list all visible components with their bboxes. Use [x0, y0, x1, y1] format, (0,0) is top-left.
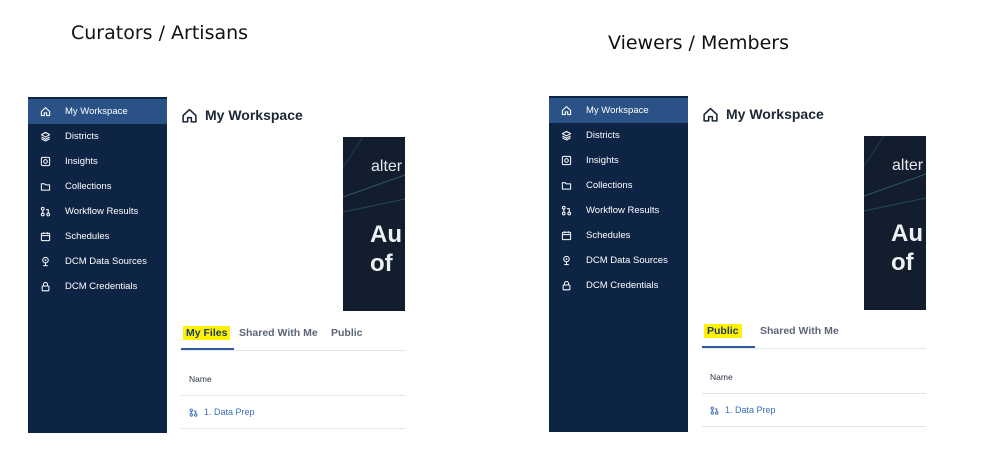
workspace-main: My Workspace alter Au of My Files Shared…	[167, 97, 405, 433]
sidebar-item-my-workspace[interactable]: My Workspace	[28, 99, 167, 124]
sidebar-item-label: Collections	[586, 180, 633, 191]
table-header-divider	[181, 395, 405, 396]
sidebar-item-dcm-credentials[interactable]: DCM Credentials	[549, 273, 688, 298]
layers-icon	[40, 131, 51, 142]
lock-icon	[40, 281, 51, 292]
sidebar: My Workspace Districts Insights Collecti…	[549, 96, 688, 432]
data-source-icon	[561, 255, 572, 266]
workflow-icon	[710, 406, 719, 415]
sidebar-item-dcm-data-sources[interactable]: DCM Data Sources	[549, 248, 688, 273]
column-header-name[interactable]: Name	[710, 372, 733, 382]
folder-icon	[40, 181, 51, 192]
banner-headline-line1: Au	[370, 221, 402, 248]
tab-label: Shared With Me	[760, 325, 839, 337]
tabs-divider	[702, 348, 926, 349]
sidebar-item-label: Schedules	[586, 230, 631, 241]
page-title: My Workspace	[181, 105, 303, 125]
sidebar-item-schedules[interactable]: Schedules	[549, 223, 688, 248]
tab-label: Public	[331, 327, 363, 339]
sidebar-item-label: Workflow Results	[65, 206, 139, 217]
column-header-name[interactable]: Name	[189, 374, 212, 384]
tab-label: Shared With Me	[239, 327, 318, 339]
viewers-members-heading: Viewers / Members	[608, 32, 790, 54]
banner-headline-line2: of	[891, 249, 914, 276]
file-link[interactable]: 1. Data Prep	[204, 407, 255, 417]
insights-icon	[561, 155, 572, 166]
tab-my-files[interactable]: My Files	[183, 320, 231, 346]
calendar-icon	[40, 231, 51, 242]
promo-banner[interactable]: alter Au of	[343, 137, 405, 311]
sidebar-item-label: Insights	[65, 156, 98, 167]
file-tabs: My Files Shared With Me Public	[181, 320, 405, 351]
banner-brand-text: alter	[892, 157, 924, 174]
sidebar-item-label: DCM Credentials	[65, 281, 138, 292]
sidebar-item-dcm-data-sources[interactable]: DCM Data Sources	[28, 249, 167, 274]
promo-banner[interactable]: alter Au of	[864, 136, 926, 310]
sidebar-item-districts[interactable]: Districts	[549, 123, 688, 148]
sidebar-item-label: My Workspace	[586, 105, 649, 116]
sidebar-item-label: My Workspace	[65, 106, 128, 117]
sidebar-item-insights[interactable]: Insights	[28, 149, 167, 174]
sidebar-item-label: DCM Data Sources	[586, 255, 668, 266]
banner-headline-line2: of	[370, 250, 393, 277]
tab-public[interactable]: Public	[704, 318, 742, 344]
sidebar-item-label: Districts	[65, 131, 99, 142]
file-tabs: Public Shared With Me	[702, 318, 926, 349]
row-divider	[702, 426, 926, 427]
banner-headline-line1: Au	[891, 220, 923, 247]
table-row[interactable]: 1. Data Prep	[189, 405, 255, 419]
sidebar-item-label: Insights	[586, 155, 619, 166]
viewer-workspace-screenshot: My Workspace Districts Insights Collecti…	[549, 96, 926, 432]
row-divider	[181, 428, 405, 429]
tab-shared-with-me[interactable]: Shared With Me	[239, 320, 318, 346]
workspace-main: My Workspace alter Au of Public Shared W…	[688, 96, 926, 432]
page-title-text: My Workspace	[205, 107, 303, 123]
sidebar-item-schedules[interactable]: Schedules	[28, 224, 167, 249]
sidebar-item-workflow-results[interactable]: Workflow Results	[28, 199, 167, 224]
sidebar-item-my-workspace[interactable]: My Workspace	[549, 98, 688, 123]
sidebar-item-label: DCM Credentials	[586, 280, 659, 291]
workflow-icon	[189, 408, 198, 417]
calendar-icon	[561, 230, 572, 241]
sidebar-item-districts[interactable]: Districts	[28, 124, 167, 149]
sidebar-item-dcm-credentials[interactable]: DCM Credentials	[28, 274, 167, 299]
data-source-icon	[40, 256, 51, 267]
file-link[interactable]: 1. Data Prep	[725, 405, 776, 415]
sidebar-item-label: Schedules	[65, 231, 110, 242]
curator-workspace-screenshot: My Workspace Districts Insights Collecti…	[28, 97, 405, 433]
home-icon	[561, 105, 572, 116]
sidebar-item-label: Workflow Results	[586, 205, 660, 216]
tab-public[interactable]: Public	[331, 320, 363, 346]
curators-artisans-heading: Curators / Artisans	[71, 22, 249, 44]
lock-icon	[561, 280, 572, 291]
page-title-text: My Workspace	[726, 106, 824, 122]
sidebar-item-workflow-results[interactable]: Workflow Results	[549, 198, 688, 223]
banner-brand-text: alter	[371, 158, 403, 175]
tab-label: Public	[704, 324, 742, 338]
home-icon	[40, 106, 51, 117]
workflow-icon	[561, 205, 572, 216]
page-title: My Workspace	[702, 104, 824, 124]
tabs-divider	[181, 350, 405, 351]
home-icon	[702, 106, 719, 123]
sidebar: My Workspace Districts Insights Collecti…	[28, 97, 167, 433]
sidebar-item-collections[interactable]: Collections	[28, 174, 167, 199]
table-row[interactable]: 1. Data Prep	[710, 403, 776, 417]
sidebar-item-label: Collections	[65, 181, 112, 192]
workflow-icon	[40, 206, 51, 217]
insights-icon	[40, 156, 51, 167]
table-header-divider	[702, 393, 926, 394]
tab-shared-with-me[interactable]: Shared With Me	[760, 318, 839, 344]
folder-icon	[561, 180, 572, 191]
sidebar-item-collections[interactable]: Collections	[549, 173, 688, 198]
sidebar-item-label: Districts	[586, 130, 620, 141]
tab-label: My Files	[183, 326, 231, 340]
sidebar-item-label: DCM Data Sources	[65, 256, 147, 267]
layers-icon	[561, 130, 572, 141]
sidebar-item-insights[interactable]: Insights	[549, 148, 688, 173]
home-icon	[181, 107, 198, 124]
